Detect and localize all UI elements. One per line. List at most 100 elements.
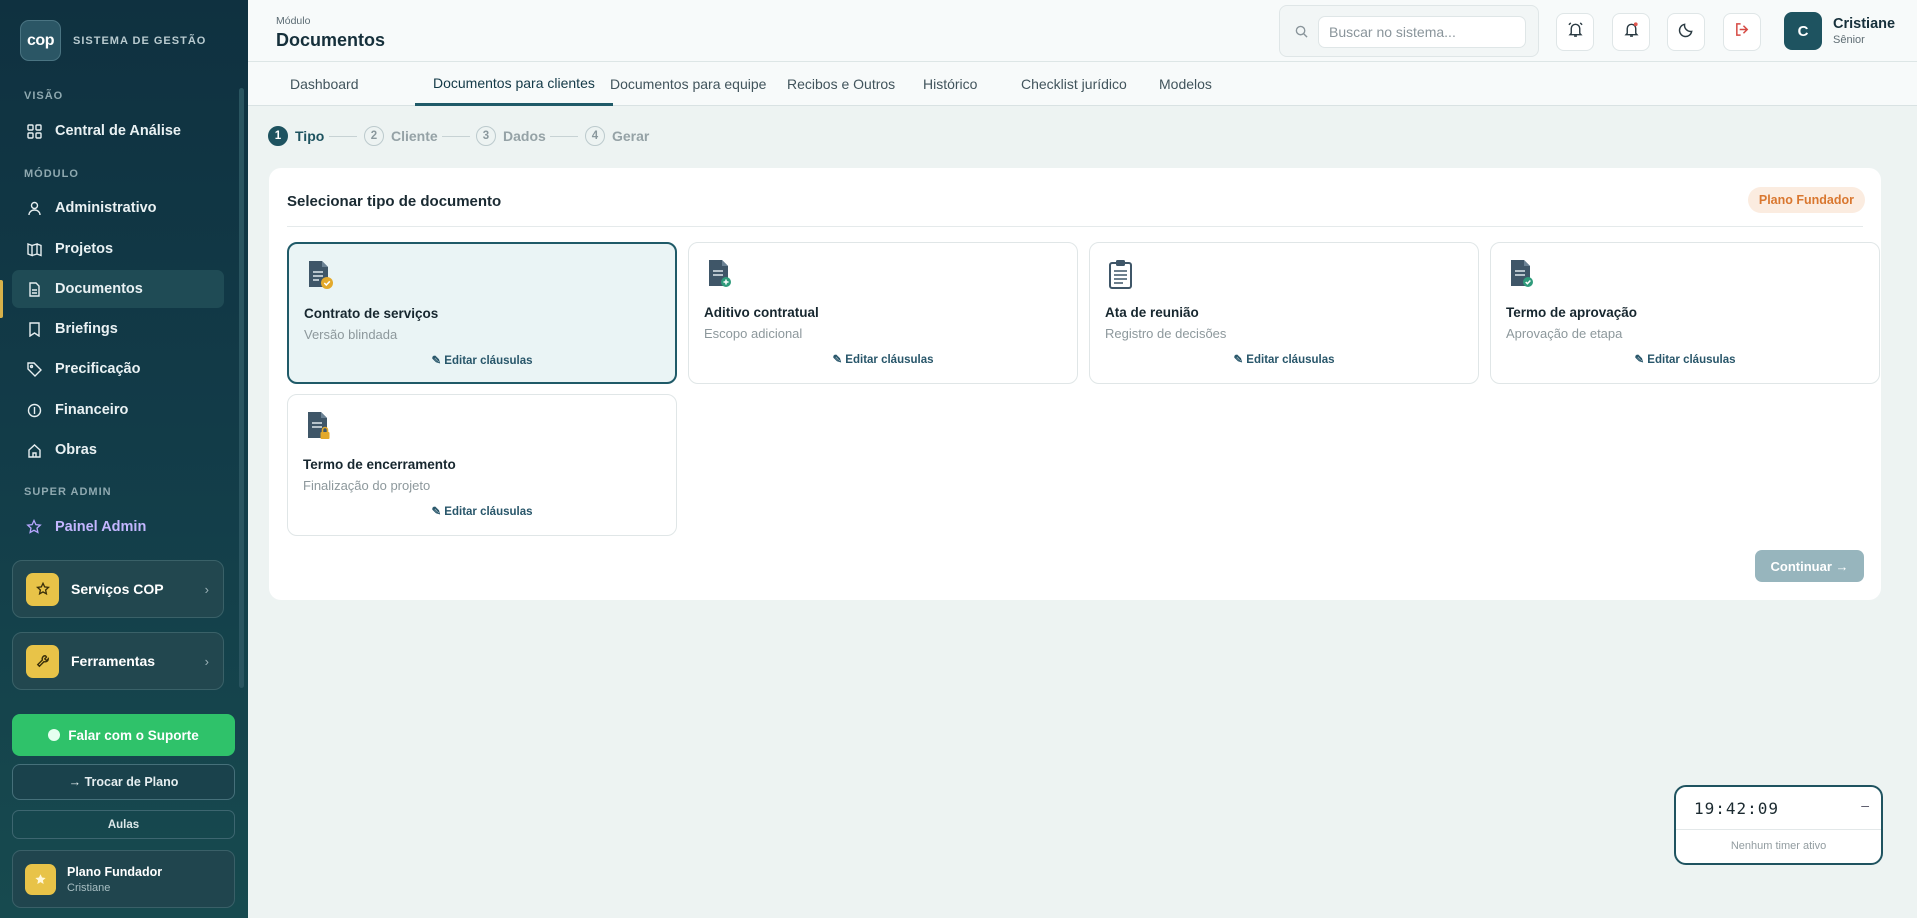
breadcrumb: Módulo [276,15,311,27]
step-tipo[interactable]: 1 Tipo [268,126,324,146]
sidebar-item-briefings[interactable]: Briefings [12,310,224,348]
edit-clauses-link[interactable]: ✎ Editar cláusulas [689,352,1077,366]
section-label-visao: VISÃO [24,90,64,102]
doc-title: Contrato de serviços [304,306,439,321]
doc-option-aditivo-contratual[interactable]: Aditivo contratual Escopo adicional ✎ Ed… [688,242,1078,384]
timer-widget[interactable]: 19:42:09 – Nenhum timer ativo [1674,785,1883,865]
doc-subtitle: Versão blindada [304,327,398,342]
sidebar-item-financeiro[interactable]: Financeiro [12,391,224,429]
tab-documentos-equipe[interactable]: Documentos para equipe [592,62,784,106]
brand[interactable]: cop SISTEMA DE GESTÃO [20,20,206,61]
step-label: Gerar [612,128,650,144]
brand-name: SISTEMA DE GESTÃO [73,34,207,47]
doc-option-termo-aprovacao[interactable]: Termo de aprovação Aprovação de etapa ✎ … [1490,242,1880,384]
step-dados[interactable]: 3 Dados [476,126,546,146]
doc-title: Termo de aprovação [1506,305,1638,320]
tab-checklist-juridico[interactable]: Checklist jurídico [1003,62,1145,106]
doc-subtitle: Finalização do projeto [303,478,431,493]
avatar: C [1784,12,1822,50]
home-icon [26,442,42,458]
doc-option-ata-reuniao[interactable]: Ata de reunião Registro de decisões ✎ Ed… [1089,242,1479,384]
continue-button[interactable]: Continuar → [1755,550,1864,582]
page-title: Documentos [276,30,386,50]
document-type-card: Selecionar tipo de documento Plano Funda… [269,168,1881,600]
tab-documentos-clientes[interactable]: Documentos para clientes [415,62,613,106]
promo-label: Serviços COP [71,581,164,597]
star-icon [26,572,59,606]
sidebar-scrollbar[interactable] [239,88,244,688]
promo-label: Ferramentas [71,653,156,669]
section-label-super-admin: SUPER ADMIN [24,486,112,498]
sidebar-item-documentos[interactable]: Documentos [12,270,224,308]
doc-title: Termo de encerramento [303,457,456,472]
step-cliente[interactable]: 2 Cliente [364,126,438,146]
bell-icon [1623,21,1640,43]
chevron-right-icon: › [204,581,209,597]
user-menu[interactable]: C Cristiane Sênior [1784,12,1895,50]
document-lock-icon [306,411,332,446]
tab-modelos[interactable]: Modelos [1141,62,1230,106]
moon-icon [1678,21,1695,43]
step-number: 1 [268,126,288,146]
step-label: Cliente [391,128,438,144]
edit-clauses-link[interactable]: ✎ Editar cláusulas [1491,352,1879,366]
sidebar-item-painel-admin[interactable]: Painel Admin [12,508,224,546]
tab-dashboard[interactable]: Dashboard [272,62,377,106]
sidebar-item-projetos[interactable]: Projetos [12,230,224,268]
plan-badge: Plano Fundador [1747,187,1865,213]
search-input[interactable] [1318,16,1526,48]
divider [1676,829,1881,830]
step-label: Tipo [295,128,325,144]
step-gerar[interactable]: 4 Gerar [585,126,649,146]
document-check-icon [1509,259,1535,294]
wrench-icon [26,644,59,678]
switch-plan-button[interactable]: → Trocar de Plano [12,764,235,800]
doc-option-contrato-servicos[interactable]: Contrato de serviços Versão blindada ✎ E… [287,242,677,384]
document-plus-icon [707,259,733,294]
alarm-button[interactable] [1556,13,1594,51]
search-icon [1295,25,1308,43]
support-button[interactable]: Falar com o Suporte [12,714,235,756]
map-icon [26,241,42,257]
sidebar-item-administrativo[interactable]: Administrativo [12,189,224,227]
support-label: Falar com o Suporte [68,727,199,743]
aulas-button[interactable]: Aulas [12,810,235,839]
step-label: Dados [503,128,546,144]
doc-subtitle: Registro de decisões [1105,326,1227,341]
step-connector [329,136,357,137]
timer-clock: 19:42:09 [1694,799,1780,818]
edit-clauses-link[interactable]: ✎ Editar cláusulas [1090,352,1478,366]
document-shield-icon [307,260,333,295]
notifications-button[interactable] [1612,13,1650,51]
tab-recibos-outros[interactable]: Recibos e Outros [769,62,913,106]
clipboard-icon [1108,259,1134,294]
timer-status: Nenhum timer ativo [1730,840,1827,852]
doc-subtitle: Aprovação de etapa [1506,326,1623,341]
active-indicator [0,280,3,318]
logout-icon [1734,21,1751,43]
ferramentas-button[interactable]: Ferramentas › [12,632,224,690]
servicos-cop-button[interactable]: Serviços COP › [12,560,224,618]
logout-button[interactable] [1723,13,1761,51]
minimize-button[interactable]: – [1861,797,1869,813]
plan-card[interactable]: Plano Fundador Cristiane [12,850,235,908]
sidebar-item-precificacao[interactable]: Precificação [12,350,224,388]
sidebar-item-central-analise[interactable]: Central de Análise [12,112,224,150]
chevron-right-icon: › [204,653,209,669]
user-icon [26,200,42,216]
tab-historico[interactable]: Histórico [905,62,995,106]
sidebar-item-obras[interactable]: Obras [12,431,224,469]
top-header: Módulo Documentos C Cristiane Sênior [248,0,1917,62]
star-icon [26,519,42,535]
theme-toggle-button[interactable] [1667,13,1705,51]
sidebar-item-label: Central de Análise [55,123,181,139]
alarm-bell-icon [1567,21,1584,43]
edit-clauses-link[interactable]: ✎ Editar cláusulas [289,353,675,367]
edit-clauses-link[interactable]: ✎ Editar cláusulas [288,504,676,518]
doc-option-termo-encerramento[interactable]: Termo de encerramento Finalização do pro… [287,394,677,536]
coin-icon [26,402,42,418]
section-label-modulo: MÓDULO [24,168,79,180]
divider [287,226,1863,227]
brand-logo: cop [20,20,61,61]
doc-title: Aditivo contratual [704,305,819,320]
